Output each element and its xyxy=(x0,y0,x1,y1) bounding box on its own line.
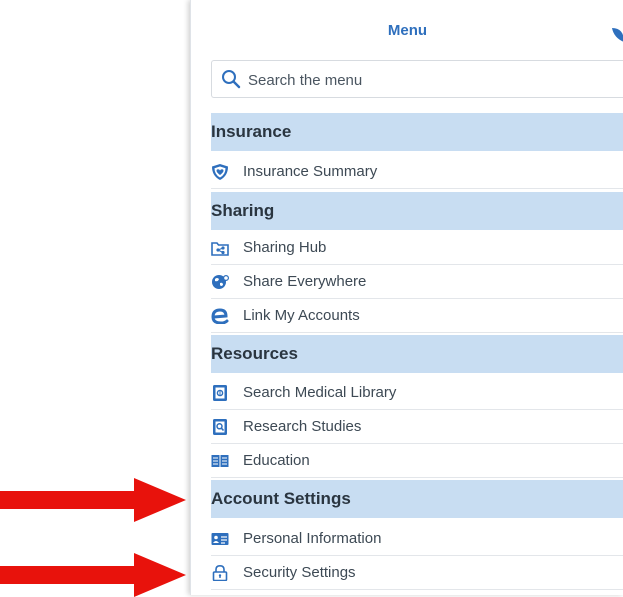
red-arrow-annotation xyxy=(0,553,186,597)
library-icon xyxy=(213,385,227,401)
menu-item-research-studies[interactable]: Research Studies xyxy=(211,410,623,444)
folder-share-icon xyxy=(211,242,229,256)
menu-item-label: Research Studies xyxy=(243,418,362,435)
menu-item-search-medical-library[interactable]: Search Medical Library xyxy=(211,376,623,410)
search-input[interactable] xyxy=(246,65,610,95)
menu-item-label: Security Settings xyxy=(243,564,356,581)
search-icon[interactable] xyxy=(221,69,241,89)
menu-header: Menu xyxy=(191,0,623,56)
section-header-sharing: Sharing xyxy=(211,192,623,230)
section-header-resources: Resources xyxy=(211,335,623,373)
menu-title: Menu xyxy=(387,22,428,39)
shield-icon xyxy=(212,164,228,180)
menu-item-label: Link My Accounts xyxy=(243,307,360,324)
menu-item-insurance-summary[interactable]: Insurance Summary xyxy=(211,155,623,189)
link-e-icon xyxy=(211,308,229,324)
research-icon xyxy=(213,419,227,435)
section-header-insurance: Insurance xyxy=(211,113,623,151)
menu-item-label: Personal Information xyxy=(243,530,382,547)
menu-item-personal-information[interactable]: Personal Information xyxy=(211,522,623,556)
menu-item-share-everywhere[interactable]: Share Everywhere xyxy=(211,265,623,299)
menu-item-security-settings[interactable]: Security Settings xyxy=(211,556,623,590)
menu-item-label: Education xyxy=(243,452,310,469)
menu-item-education[interactable]: Education xyxy=(211,444,623,478)
search-box xyxy=(211,60,623,98)
menu-panel: Menu Insurance Insurance Summary Sharing xyxy=(190,0,623,595)
menu-item-label: Share Everywhere xyxy=(243,273,367,290)
lock-icon xyxy=(212,565,228,581)
menu-item-label: Insurance Summary xyxy=(243,163,378,180)
globe-share-icon xyxy=(212,275,229,289)
id-card-icon xyxy=(211,533,229,545)
red-arrow-annotation xyxy=(0,478,186,522)
menu-item-label: Search Medical Library xyxy=(243,384,397,401)
menu-item-sharing-hub[interactable]: Sharing Hub xyxy=(211,231,623,265)
book-icon xyxy=(211,455,229,467)
section-header-account-settings: Account Settings xyxy=(211,480,623,518)
close-menu-icon[interactable] xyxy=(610,26,623,42)
menu-item-label: Sharing Hub xyxy=(243,239,327,256)
menu-item-link-my-accounts[interactable]: Link My Accounts xyxy=(211,299,623,333)
